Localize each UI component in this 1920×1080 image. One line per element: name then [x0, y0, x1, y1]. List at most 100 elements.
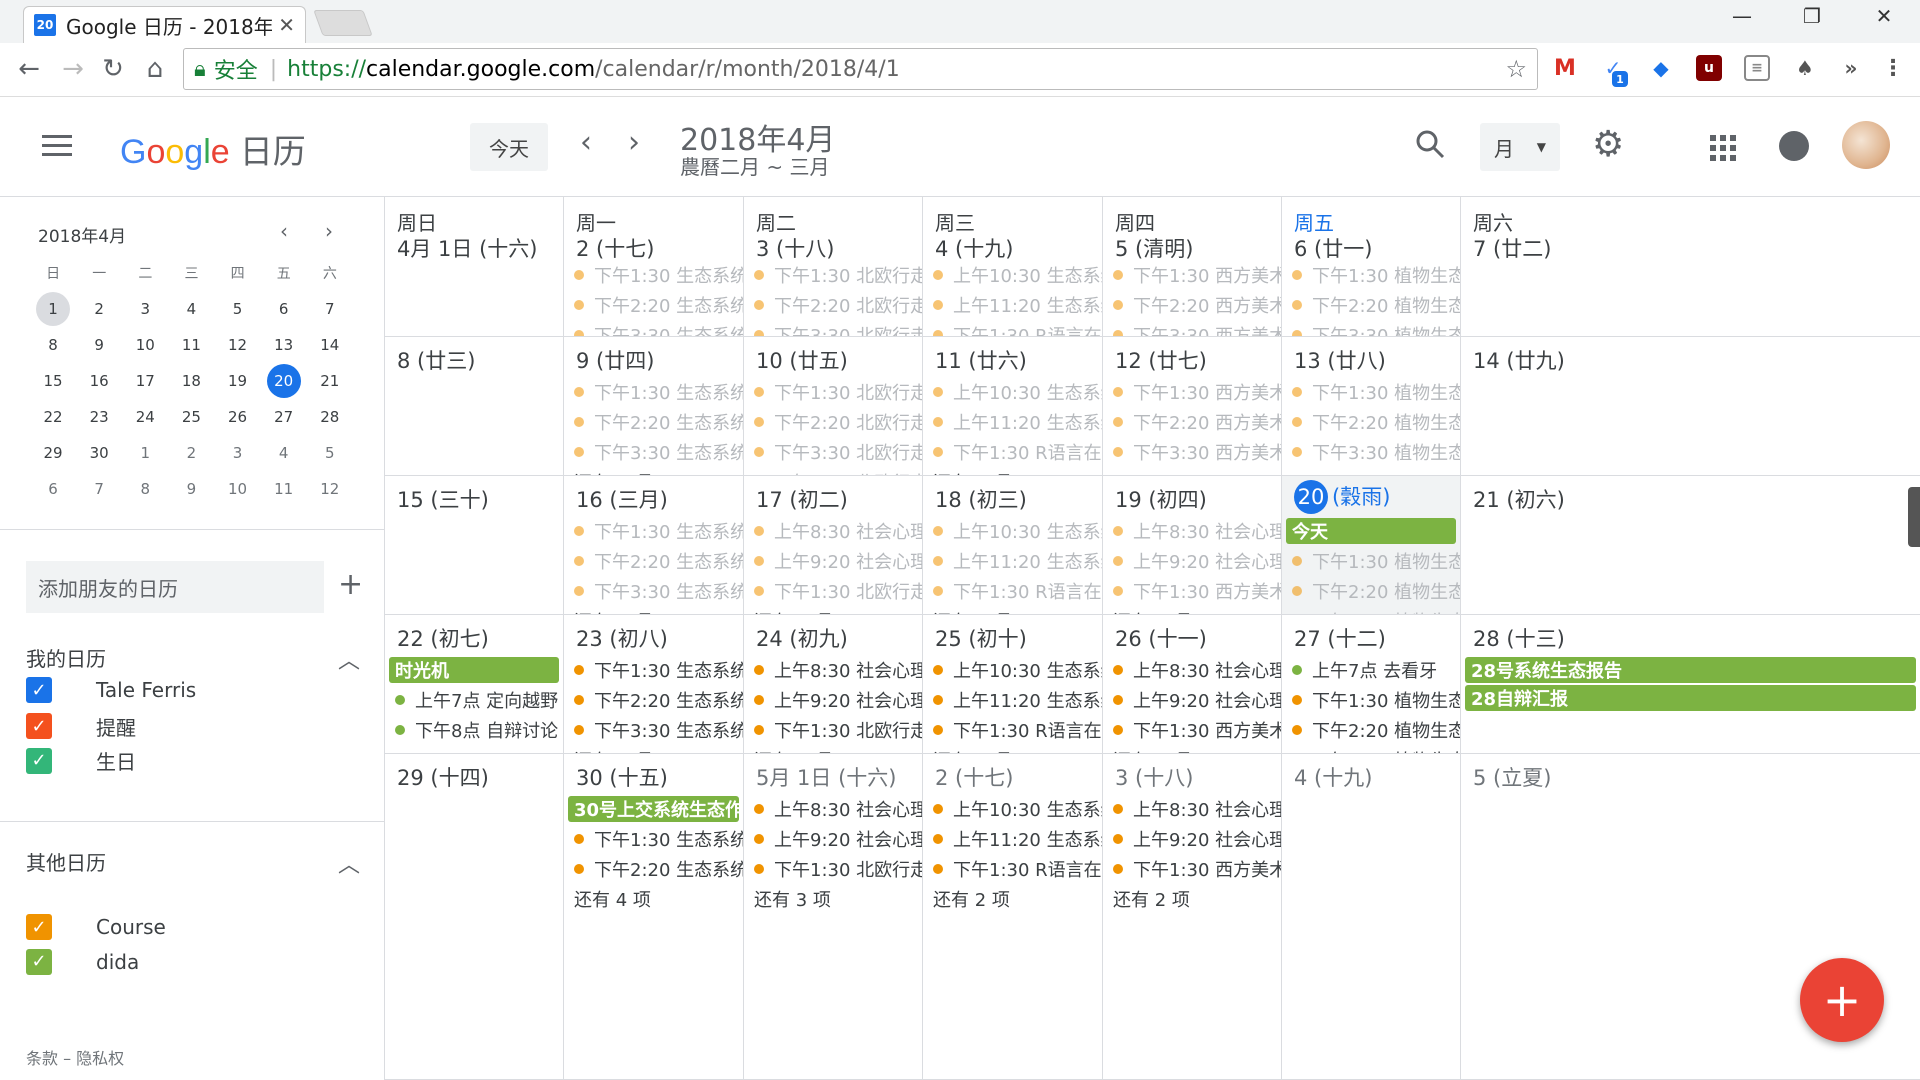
- day-number[interactable]: 3 (十八): [1115, 762, 1193, 792]
- create-event-button[interactable]: +: [1800, 958, 1884, 1042]
- day-cell[interactable]: 周二3 (十八)下午1:30 北欧行走与拓展下午2:20 北欧行走与拓展下午3:…: [744, 197, 923, 337]
- event-chip[interactable]: 上午11:20 生态系统生态学: [923, 290, 1102, 320]
- reload-icon[interactable]: ↻: [96, 54, 130, 84]
- day-cell[interactable]: 18 (初三)上午10:30 生态系统生态学上午11:20 生态系统生态学下午1…: [923, 476, 1103, 615]
- day-cell[interactable]: 10 (廿五)下午1:30 北欧行走与拓展下午2:20 北欧行走与拓展下午3:3…: [744, 337, 923, 476]
- day-number[interactable]: 13 (廿八): [1294, 345, 1386, 375]
- side-panel-handle[interactable]: [1908, 487, 1920, 547]
- day-number[interactable]: 22 (初七): [397, 623, 489, 653]
- restore-icon[interactable]: ❐: [1792, 4, 1832, 28]
- overflow-chevron-icon[interactable]: »: [1838, 55, 1864, 81]
- mini-day[interactable]: 5: [215, 292, 261, 326]
- day-cell[interactable]: 22 (初七) 时光机 上午7点 定向越野 下午8点 自辩讨论: [385, 615, 564, 754]
- mini-day[interactable]: 8: [30, 328, 76, 362]
- event-chip[interactable]: 上午9:20 社会心理与健康: [744, 546, 922, 576]
- event-chip[interactable]: 下午1:30 西方美术鉴赏: [1103, 715, 1281, 745]
- event-chip[interactable]: 上午8:30 社会心理与健康: [744, 655, 922, 685]
- event-chip[interactable]: 上午8:30 社会心理与健康: [1103, 516, 1281, 546]
- event-chip[interactable]: 下午3:30 西方美术鉴赏: [1103, 437, 1281, 467]
- day-number[interactable]: 2 (十七): [935, 762, 1013, 792]
- event-chip[interactable]: 上午7点 去看牙: [1282, 655, 1460, 685]
- day-cell[interactable]: 周六 7 (廿二): [1461, 197, 1920, 337]
- event-chip[interactable]: 下午1:30 北欧行走与拓展: [744, 260, 922, 290]
- my-calendars-title[interactable]: 我的日历: [26, 643, 106, 672]
- google-calendar-logo[interactable]: Google 日历: [120, 125, 306, 173]
- event-chip[interactable]: 下午2:20 生态系统生态学: [564, 685, 743, 715]
- calendar-checkbox[interactable]: ✓: [26, 914, 52, 940]
- event-chip[interactable]: 下午3:30 生态系统生态学: [564, 437, 743, 467]
- day-number[interactable]: 7 (廿二): [1473, 233, 1551, 263]
- back-icon[interactable]: ←: [12, 54, 46, 84]
- day-number[interactable]: 19 (初四): [1115, 484, 1207, 514]
- day-cell[interactable]: 30 (十五)30号上交系统生态作业下午1:30 生态系统生态学下午2:20 生…: [564, 754, 744, 1080]
- dropbox-extension-icon[interactable]: ◆: [1648, 55, 1674, 81]
- day-cell[interactable]: 24 (初九)上午8:30 社会心理与健康上午9:20 社会心理与健康下午1:3…: [744, 615, 923, 754]
- all-day-event[interactable]: 今天: [1286, 518, 1456, 544]
- more-events-link[interactable]: 还有 2 项: [1103, 884, 1281, 914]
- day-cell[interactable]: 3 (十八)上午8:30 社会心理与健康上午9:20 社会心理与健康下午1:30…: [1103, 754, 1282, 1080]
- notifications-bell-icon[interactable]: [1779, 131, 1809, 161]
- event-chip[interactable]: 下午2:20 生态系统生态学: [564, 546, 743, 576]
- browser-menu-icon[interactable]: ⋮: [1880, 55, 1906, 81]
- home-icon[interactable]: ⌂: [138, 54, 172, 84]
- mini-day[interactable]: 9: [76, 328, 122, 362]
- event-chip[interactable]: 下午2:20 植物生态学1: [1282, 576, 1460, 606]
- event-chip[interactable]: 上午9:20 社会心理与健康: [744, 685, 922, 715]
- event-chip[interactable]: 上午8:30 社会心理与健康: [1103, 794, 1281, 824]
- next-month-icon[interactable]: ›: [628, 125, 640, 160]
- day-cell[interactable]: 15 (三十): [385, 476, 564, 615]
- event-chip[interactable]: 上午10:30 生态系统生态学: [923, 377, 1102, 407]
- mini-day[interactable]: 4: [261, 436, 307, 470]
- event-chip[interactable]: 下午1:30 生态系统生态学: [564, 377, 743, 407]
- event-chip[interactable]: 上午11:20 生态系统生态学: [923, 824, 1102, 854]
- day-cell[interactable]: 20(穀雨) 今天下午1:30 植物生态学1 下午2:20 植物生态学1 下午3:30…: [1282, 476, 1461, 615]
- all-day-event[interactable]: 时光机: [389, 657, 559, 683]
- mini-day[interactable]: 30: [76, 436, 122, 470]
- add-calendar-plus-icon[interactable]: +: [338, 567, 363, 602]
- event-chip[interactable]: 下午2:20 植物生态学1: [1282, 715, 1460, 745]
- event-chip[interactable]: 下午1:30 北欧行走与拓展: [744, 715, 922, 745]
- event-chip[interactable]: 下午2:20 北欧行走与拓展: [744, 290, 922, 320]
- mini-day[interactable]: 21: [307, 364, 353, 398]
- day-cell[interactable]: 25 (初十)上午10:30 生态系统生态学上午11:20 生态系统生态学下午1…: [923, 615, 1103, 754]
- mini-day[interactable]: 22: [30, 400, 76, 434]
- day-cell[interactable]: 17 (初二)上午8:30 社会心理与健康上午9:20 社会心理与健康下午1:3…: [744, 476, 923, 615]
- calendar-list-item[interactable]: ✓ Course: [26, 914, 166, 940]
- main-menu-icon[interactable]: [42, 135, 72, 157]
- calendar-list-item[interactable]: ✓ 提醒: [26, 712, 136, 741]
- event-chip[interactable]: 下午1:30 北欧行走与拓展: [744, 377, 922, 407]
- mini-day[interactable]: 13: [261, 328, 307, 362]
- event-chip[interactable]: 下午2:20 北欧行走与拓展: [744, 407, 922, 437]
- event-chip[interactable]: 下午3:30 植物生态学1: [1282, 606, 1460, 614]
- day-number[interactable]: 24 (初九): [756, 623, 848, 653]
- more-events-link[interactable]: 还有 2 项: [923, 467, 1102, 475]
- event-chip[interactable]: 上午11:20 生态系统生态学: [923, 407, 1102, 437]
- day-number[interactable]: 4月 1日 (十六): [397, 233, 537, 263]
- event-chip[interactable]: 下午8点 自辩讨论: [385, 715, 563, 745]
- more-events-link[interactable]: 还有 2 项: [923, 606, 1102, 614]
- event-chip[interactable]: 下午1:30 西方美术鉴赏: [1103, 260, 1281, 290]
- day-cell[interactable]: 27 (十二) 上午7点 去看牙下午1:30 植物生态学1 下午2:20 植物生态学…: [1282, 615, 1461, 754]
- event-chip[interactable]: 下午1:30 R语言在生态学中: [923, 576, 1102, 606]
- mini-day[interactable]: 2: [76, 292, 122, 326]
- event-chip[interactable]: 下午2:20 生态系统生态学: [564, 407, 743, 437]
- mini-day[interactable]: 11: [168, 328, 214, 362]
- event-chip[interactable]: 下午1:30 生态系统生态学: [564, 655, 743, 685]
- calendar-checkbox[interactable]: ✓: [26, 747, 52, 774]
- day-number[interactable]: 30 (十五): [576, 762, 668, 792]
- day-cell[interactable]: 12 (廿七)下午1:30 西方美术鉴赏下午2:20 西方美术鉴赏下午3:30 …: [1103, 337, 1282, 476]
- day-number[interactable]: 2 (十七): [576, 233, 654, 263]
- mini-day[interactable]: 24: [122, 400, 168, 434]
- day-cell[interactable]: 2 (十七)上午10:30 生态系统生态学上午11:20 生态系统生态学下午1:…: [923, 754, 1103, 1080]
- more-events-link[interactable]: 还有 2 项: [923, 745, 1102, 753]
- day-cell[interactable]: 11 (廿六)上午10:30 生态系统生态学上午11:20 生态系统生态学下午1…: [923, 337, 1103, 476]
- day-number[interactable]: 17 (初二): [756, 484, 848, 514]
- add-friend-calendar-input[interactable]: 添加朋友的日历: [26, 561, 324, 613]
- day-number[interactable]: 23 (初八): [576, 623, 668, 653]
- mini-day[interactable]: 1: [30, 292, 76, 326]
- event-chip[interactable]: 上午10:30 生态系统生态学: [923, 260, 1102, 290]
- day-cell[interactable]: 13 (廿八) 下午1:30 植物生态学1 下午2:20 植物生态学1 下午3:30 …: [1282, 337, 1461, 476]
- day-cell[interactable]: 4 (十九): [1282, 754, 1461, 1080]
- mini-day[interactable]: 26: [215, 400, 261, 434]
- calendar-list-item[interactable]: ✓ 生日: [26, 746, 136, 775]
